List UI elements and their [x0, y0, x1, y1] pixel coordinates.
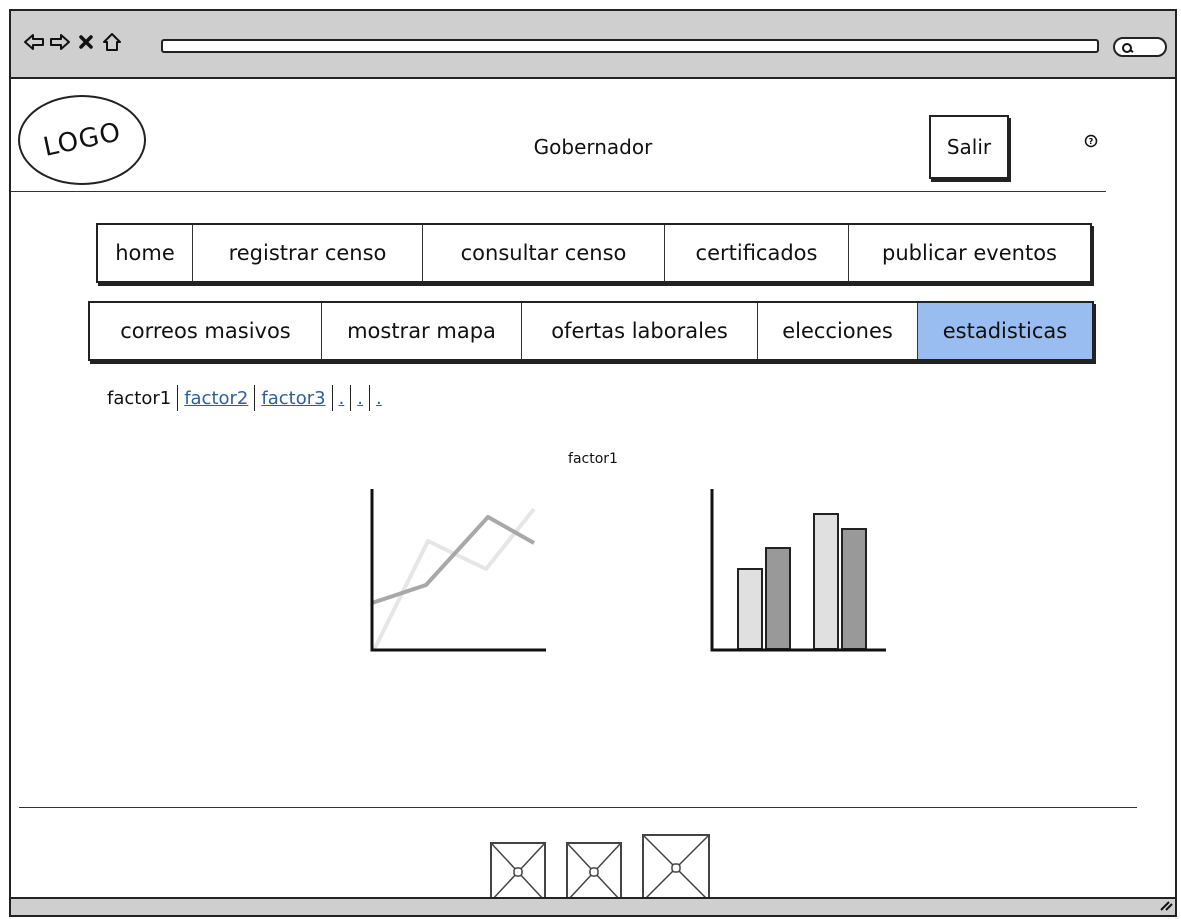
factor-tab-bar: factor1 factor2 factor3 . . . [107, 385, 382, 411]
tab-divider [350, 385, 352, 411]
main-menu-row-2: correos masivos mostrar mapa ofertas lab… [88, 301, 1094, 361]
menu-item-elecciones[interactable]: elecciones [758, 303, 918, 359]
menu-item-consultar-censo[interactable]: consultar censo [423, 225, 665, 281]
tab-divider [331, 385, 333, 411]
home-icon[interactable] [101, 31, 123, 53]
back-arrow-icon[interactable] [23, 31, 45, 53]
browser-toolbar [11, 11, 1175, 79]
menu-item-correos-masivos[interactable]: correos masivos [90, 303, 322, 359]
menu-item-estadisticas[interactable]: estadisticas [918, 303, 1092, 359]
header-divider [11, 191, 1106, 192]
menu-item-ofertas-laborales[interactable]: ofertas laborales [522, 303, 758, 359]
tab-divider [254, 385, 256, 411]
menu-item-registrar-censo[interactable]: registrar censo [193, 225, 423, 281]
image-placeholder-icon [642, 834, 710, 902]
factor-tab-factor1[interactable]: factor1 [107, 388, 171, 409]
browser-status-bar [11, 897, 1175, 915]
image-placeholder-icon [490, 842, 546, 902]
factor-tab-more-2[interactable]: . [357, 388, 363, 409]
menu-item-mostrar-mapa[interactable]: mostrar mapa [322, 303, 522, 359]
browser-window: LOGO Gobernador Salir ? home registrar c… [9, 9, 1177, 917]
close-icon[interactable] [75, 31, 97, 53]
footer-divider [19, 807, 1137, 808]
menu-item-home[interactable]: home [98, 225, 193, 281]
image-placeholder-icon [566, 842, 622, 902]
svg-text:?: ? [1089, 137, 1094, 146]
menu-item-certificados[interactable]: certificados [665, 225, 849, 281]
footer-image-row [489, 833, 711, 903]
tab-divider [369, 385, 371, 411]
factor-tab-factor3[interactable]: factor3 [261, 388, 325, 409]
line-chart-icon [370, 489, 546, 652]
factor-tab-factor2[interactable]: factor2 [184, 388, 248, 409]
forward-arrow-icon[interactable] [49, 31, 71, 53]
factor-tab-more-3[interactable]: . [376, 388, 382, 409]
main-menu-row-1: home registrar censo consultar censo cer… [96, 223, 1092, 283]
menu-item-publicar-eventos[interactable]: publicar eventos [849, 225, 1090, 281]
tab-divider [177, 385, 179, 411]
factor-tab-more-1[interactable]: . [339, 388, 345, 409]
url-bar[interactable] [161, 39, 1099, 53]
chart-title: factor1 [568, 451, 618, 467]
search-icon [1122, 43, 1134, 53]
help-icon[interactable]: ? [1084, 133, 1098, 152]
browser-search-field[interactable] [1113, 37, 1167, 57]
logout-button[interactable]: Salir [929, 115, 1009, 179]
resize-handle-icon[interactable] [1159, 896, 1173, 915]
bar-chart-icon [710, 489, 886, 652]
